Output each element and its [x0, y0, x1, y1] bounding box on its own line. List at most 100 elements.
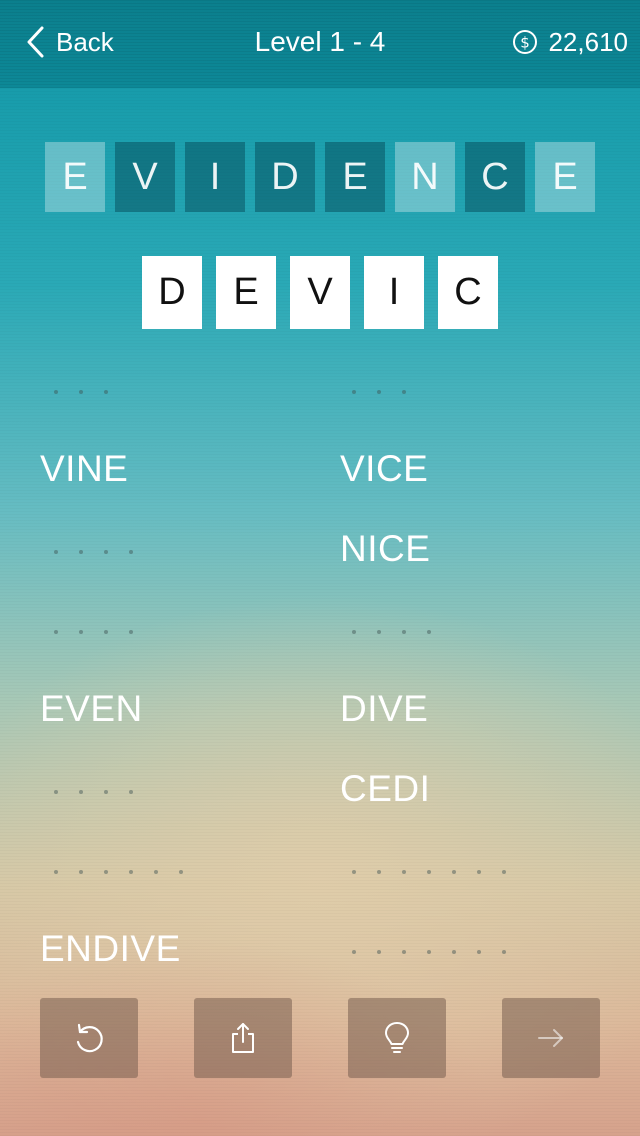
letter-placeholder-dot [79, 790, 83, 794]
letter-placeholder-dot [427, 630, 431, 634]
letter-placeholder-dot [427, 870, 431, 874]
current-word-letter[interactable]: I [364, 256, 424, 329]
arrow-right-icon [538, 1029, 563, 1047]
hidden-word-dots [352, 390, 406, 394]
word-slot [340, 590, 640, 670]
hint-button[interactable] [348, 998, 446, 1078]
found-word: DIVE [340, 688, 429, 729]
word-slot [340, 910, 640, 990]
word-slot: VICE [340, 430, 640, 510]
hidden-word-dots [352, 950, 506, 954]
found-word: NICE [340, 528, 431, 569]
letter-placeholder-dot [104, 870, 108, 874]
letter-placeholder-dot [377, 630, 381, 634]
reset-button[interactable] [40, 998, 138, 1078]
source-letter-tile[interactable]: N [395, 142, 455, 212]
current-word-letter[interactable]: D [142, 256, 202, 329]
found-word: CEDI [340, 768, 431, 809]
word-slot [40, 750, 340, 830]
letter-placeholder-dot [129, 630, 133, 634]
source-letter-tile[interactable]: E [325, 142, 385, 212]
letter-placeholder-dot [104, 390, 108, 394]
letter-placeholder-dot [352, 950, 356, 954]
letter-placeholder-dot [54, 790, 58, 794]
source-letter-tile[interactable]: V [115, 142, 175, 212]
next-button[interactable] [502, 998, 600, 1078]
share-icon [232, 1023, 254, 1053]
action-bar [40, 998, 600, 1078]
word-slot: DIVE [340, 670, 640, 750]
word-row: EVEN DIVE [40, 670, 640, 750]
current-word-letter[interactable]: V [290, 256, 350, 329]
word-row [40, 590, 640, 670]
svg-text:$: $ [521, 34, 531, 52]
hidden-word-dots [54, 630, 133, 634]
letter-placeholder-dot [79, 870, 83, 874]
letter-placeholder-dot [377, 390, 381, 394]
current-word-letter[interactable]: E [216, 256, 276, 329]
word-slot [40, 590, 340, 670]
level-title: Level 1 - 4 [254, 26, 386, 57]
letter-placeholder-dot [79, 630, 83, 634]
word-row: ENDIVE [40, 910, 640, 990]
letter-placeholder-dot [352, 630, 356, 634]
word-slot [40, 350, 340, 430]
letter-placeholder-dot [129, 870, 133, 874]
word-row [40, 350, 640, 430]
lightbulb-icon [385, 1022, 409, 1053]
found-word: EVEN [40, 688, 143, 729]
letter-placeholder-dot [477, 870, 481, 874]
letter-placeholder-dot [129, 790, 133, 794]
undo-icon [76, 1023, 103, 1053]
coin-icon: $ [513, 30, 538, 54]
word-row: VINE VICE [40, 430, 640, 510]
letter-placeholder-dot [104, 550, 108, 554]
letter-placeholder-dot [502, 870, 506, 874]
word-slot [40, 510, 340, 590]
letter-placeholder-dot [54, 390, 58, 394]
hidden-word-dots [352, 870, 506, 874]
source-letter-tile[interactable]: I [185, 142, 245, 212]
word-row: CEDI [40, 750, 640, 830]
letter-placeholder-dot [79, 390, 83, 394]
chevron-left-icon [27, 26, 44, 58]
coin-balance: $ 22,610 [512, 22, 628, 62]
letter-placeholder-dot [352, 390, 356, 394]
hidden-word-dots [352, 630, 431, 634]
letter-placeholder-dot [79, 550, 83, 554]
back-label: Back [56, 26, 114, 57]
letter-placeholder-dot [402, 870, 406, 874]
word-slot [40, 830, 340, 910]
letter-placeholder-dot [54, 870, 58, 874]
letter-placeholder-dot [54, 630, 58, 634]
source-letter-tile[interactable]: E [45, 142, 105, 212]
hidden-word-dots [54, 790, 133, 794]
source-letter-tile[interactable]: D [255, 142, 315, 212]
word-slot [340, 830, 640, 910]
word-slot: EVEN [40, 670, 340, 750]
letter-placeholder-dot [427, 950, 431, 954]
hidden-word-dots [54, 870, 183, 874]
letter-placeholder-dot [104, 630, 108, 634]
found-word: ENDIVE [40, 928, 181, 969]
current-word-letter[interactable]: C [438, 256, 498, 329]
letter-placeholder-dot [402, 390, 406, 394]
coin-count: 22,610 [548, 26, 628, 57]
letter-placeholder-dot [129, 550, 133, 554]
back-button[interactable]: Back [24, 22, 114, 62]
word-list: VINE VICE NICE EVEN DIVE CEDI ENDIVE [40, 350, 640, 990]
source-letters: EVIDENCE [45, 142, 595, 212]
letter-placeholder-dot [54, 550, 58, 554]
source-letter-tile[interactable]: E [535, 142, 595, 212]
letter-placeholder-dot [352, 870, 356, 874]
current-word: DEVIC [142, 256, 498, 329]
share-button[interactable] [194, 998, 292, 1078]
letter-placeholder-dot [377, 870, 381, 874]
word-slot: NICE [340, 510, 640, 590]
source-letter-tile[interactable]: C [465, 142, 525, 212]
word-slot: ENDIVE [40, 910, 340, 990]
word-slot: VINE [40, 430, 340, 510]
hidden-word-dots [54, 550, 133, 554]
found-word: VINE [40, 448, 129, 489]
letter-placeholder-dot [104, 790, 108, 794]
